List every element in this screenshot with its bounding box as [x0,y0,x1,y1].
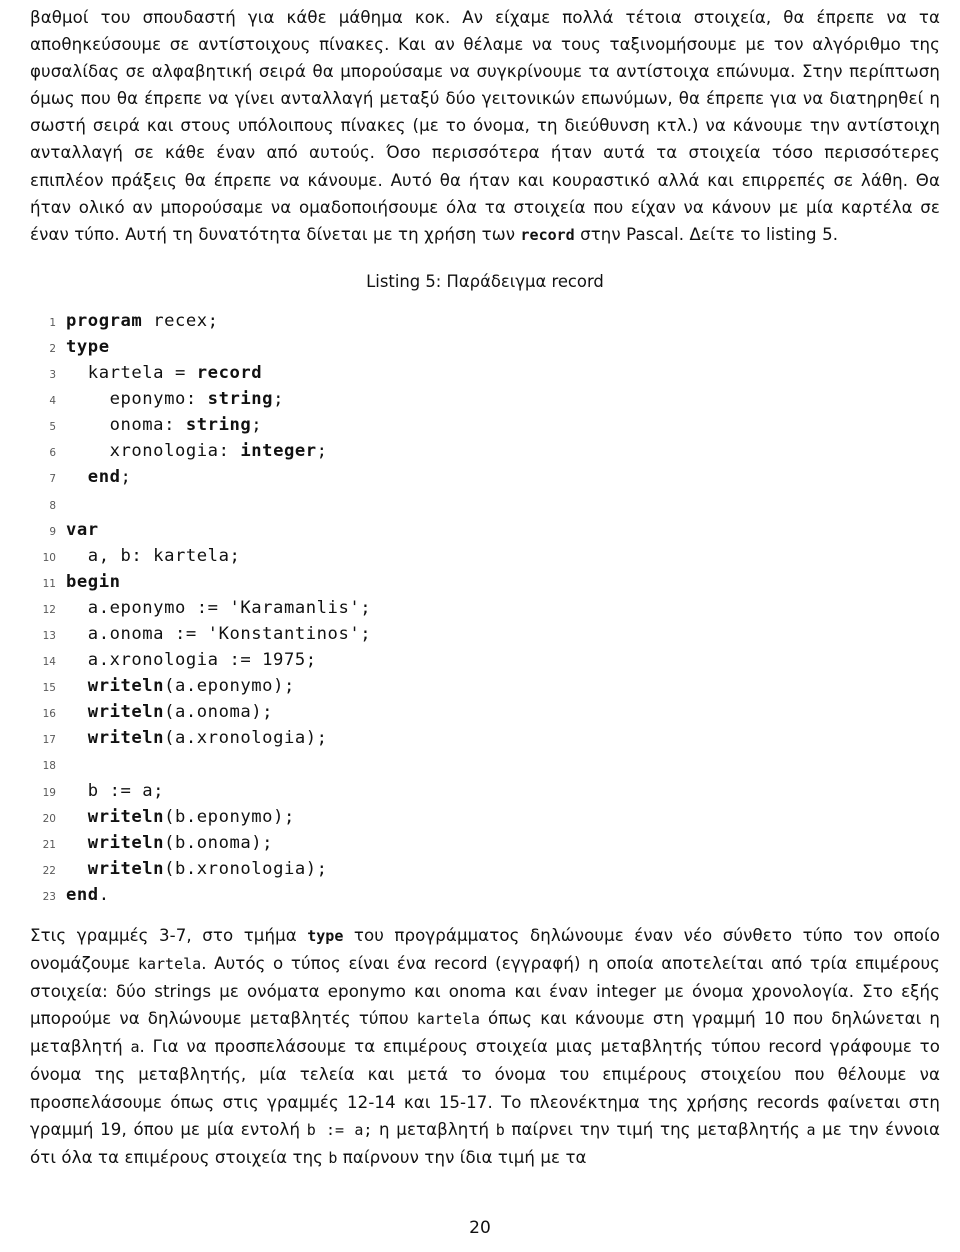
page-number: 20 [469,1218,491,1238]
code-line-text: writeln(b.eponymo); [87,806,295,827]
code-line-text: writeln(b.onoma); [87,832,274,853]
code-line-number: 22 [42,864,56,877]
code-line-number: 19 [42,786,56,799]
code-line-number: 12 [42,603,56,616]
code-line: 23 end. [30,882,940,908]
code-line-text: eponymo: string; [66,389,284,410]
code-line-text: b := a; [66,780,165,801]
code-line-text: a, b: kartela; [66,545,241,566]
code-line-text: end; [87,467,132,488]
explanation-paragraph: Στις γραμμές 3-7, στο τμήμα type του προ… [30,908,940,1172]
inline-code-b-1: b [495,1120,505,1139]
code-line-number: 16 [42,708,56,721]
inline-code-a-1: a [130,1038,140,1057]
code-line-number: 23 [42,890,56,903]
code-line: 15 writeln(a.eponymo); [30,673,940,699]
code-line-text: kartela = record [66,363,263,384]
code-line-text: writeln(a.onoma); [87,702,274,723]
code-line: 1 program recex; [30,308,940,334]
code-line-number: 1 [49,316,56,329]
code-line-text: type [66,336,110,357]
code-line-text: a.eponymo := 'Karamanlis'; [66,597,372,618]
code-line: 4 eponymo: string; [30,386,940,412]
explanation-text-6: η μεταβλητή [372,1119,496,1139]
code-line: 13 a.onoma := 'Konstantinos'; [30,621,940,647]
code-line: 12 a.eponymo := 'Karamanlis'; [30,595,940,621]
code-line-text: a.xronologia := 1975; [66,650,317,671]
code-line-number: 13 [42,629,56,642]
code-line: 11 begin [30,569,940,595]
code-line-text: a.onoma := 'Konstantinos'; [66,623,372,644]
intro-paragraph-tail: στην Pascal. Δείτε το listing 5. [574,224,839,244]
code-line: 6 xronologia: integer; [30,438,940,464]
document-page: βαθμοί του σπουδαστή για κάθε μάθημα κοκ… [0,0,960,1252]
code-line-number: 11 [42,577,56,590]
code-line-number: 17 [42,734,56,747]
code-line-text: begin [66,571,121,592]
code-line-number: 5 [49,421,56,434]
code-line-number: 18 [42,760,56,773]
code-line: 10 a, b: kartela; [30,543,940,569]
code-line-number: 15 [42,682,56,695]
intro-paragraph-text: βαθμοί του σπουδαστή για κάθε μάθημα κοκ… [30,8,940,244]
code-line-number: 14 [42,656,56,669]
code-line-number: 21 [42,838,56,851]
intro-paragraph: βαθμοί του σπουδαστή για κάθε μάθημα κοκ… [30,0,940,249]
explanation-text-1: Στις γραμμές 3-7, στο τμήμα [30,926,308,945]
inline-code-kartela-2: kartela [416,1010,480,1029]
code-line-text: xronologia: integer; [66,441,328,462]
inline-code-type: type [307,927,344,945]
code-line: 3 kartela = record [30,360,940,386]
code-line-number: 10 [42,551,56,564]
inline-code-assignment: b := a; [306,1120,373,1139]
code-line: 18 [30,751,940,777]
code-line-text: var [66,519,99,540]
code-line: 21 writeln(b.onoma); [30,830,940,856]
code-line-number: 2 [49,342,56,355]
code-line-text: writeln(b.xronologia); [87,858,328,879]
code-line-text: writeln(a.xronologia); [87,728,328,749]
code-line: 7 end; [30,464,940,490]
inline-code-kartela-1: kartela [137,955,202,974]
code-line: 9 var [30,517,940,543]
code-line: 16 writeln(a.onoma); [30,699,940,725]
code-line: 20 writeln(b.eponymo); [30,804,940,830]
inline-code-a-2: a [806,1120,816,1139]
code-line-number: 9 [49,525,56,538]
inline-code-record: record [520,225,575,244]
code-line-number: 8 [49,499,56,512]
code-line: 14 a.xronologia := 1975; [30,647,940,673]
code-line-number: 3 [49,369,56,382]
code-line-text: onoma: string; [66,415,263,436]
explanation-text-7: παίρνει την τιμή της μεταβλητής [504,1119,807,1139]
code-line-number: 6 [49,447,56,460]
code-line-number: 7 [49,473,56,486]
code-line-text: end. [66,884,110,905]
code-line: 5 onoma: string; [30,412,940,438]
code-line: 19 b := a; [30,778,940,804]
code-line-number: 20 [42,812,56,825]
code-line: 22 writeln(b.xronologia); [30,856,940,882]
code-line: 17 writeln(a.xronologia); [30,725,940,751]
code-line: 8 [30,491,940,517]
code-line-number: 4 [49,395,56,408]
explanation-text-9: παίρνουν την ίδια τιμή με τα [337,1147,587,1167]
code-line-text: writeln(a.eponymo); [87,676,295,697]
listing-caption: Listing 5: Παράδειγμα record [366,271,604,291]
code-line: 2 type [30,334,940,360]
code-line-text: program recex; [66,310,219,331]
code-listing: 1 program recex; 2 type 3 kartela = record 4 … [30,291,940,908]
